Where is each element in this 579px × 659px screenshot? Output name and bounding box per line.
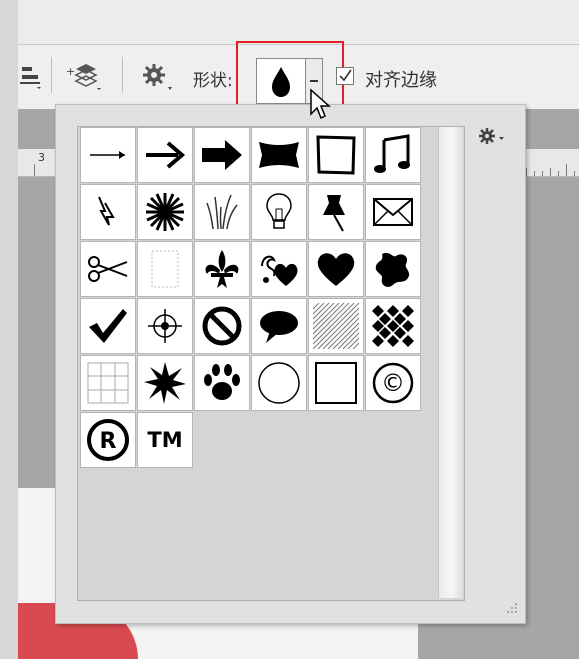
lightning-icon[interactable] <box>80 184 136 240</box>
copyright-icon[interactable]: © <box>365 355 421 411</box>
speech-bubble-icon[interactable] <box>251 298 307 354</box>
explosion-icon[interactable] <box>137 355 193 411</box>
picker-settings-gear-icon[interactable] <box>477 126 507 150</box>
arrange-layers-icon[interactable]: + <box>66 61 102 96</box>
gear-icon[interactable] <box>141 63 175 96</box>
trademark-glyph: TM <box>147 428 182 452</box>
dotted-frame-icon[interactable] <box>137 241 193 297</box>
trademark-icon[interactable]: TM <box>137 412 193 468</box>
checkmark-icon <box>339 69 352 82</box>
ruler-label: 3 <box>38 151 45 164</box>
checkmark-shape-icon[interactable] <box>80 298 136 354</box>
left-panel-strip <box>0 0 18 659</box>
ornament-heart-icon[interactable] <box>251 241 307 297</box>
starburst-icon[interactable] <box>137 184 193 240</box>
bold-arrow-icon[interactable] <box>137 127 193 183</box>
music-notes-icon[interactable] <box>365 127 421 183</box>
resize-grip-icon[interactable] <box>506 602 518 614</box>
checker-pattern-icon[interactable] <box>365 298 421 354</box>
envelope-icon[interactable] <box>365 184 421 240</box>
block-arrow-icon[interactable] <box>194 127 250 183</box>
svg-text:+: + <box>66 65 75 78</box>
registered-icon[interactable]: R <box>80 412 136 468</box>
fleur-de-lis-icon[interactable] <box>194 241 250 297</box>
thin-arrow-icon[interactable] <box>80 127 136 183</box>
paw-print-icon[interactable] <box>194 355 250 411</box>
toolbar-separator <box>122 57 123 93</box>
toolbar-separator <box>51 57 52 93</box>
align-edges-label: 对齐边缘 <box>365 70 437 91</box>
scissors-icon[interactable] <box>80 241 136 297</box>
crosshair-icon[interactable] <box>137 298 193 354</box>
no-sign-icon[interactable] <box>194 298 250 354</box>
grid-icon[interactable] <box>80 355 136 411</box>
diagonal-pattern-icon[interactable] <box>308 298 364 354</box>
menu-bar-area <box>18 0 579 45</box>
grass-icon[interactable] <box>194 184 250 240</box>
shape-grid-scrollbar[interactable] <box>438 127 463 598</box>
align-icon[interactable] <box>20 63 42 94</box>
align-edges-checkbox[interactable] <box>336 67 354 85</box>
frame-icon[interactable] <box>308 127 364 183</box>
square-frame-icon[interactable] <box>308 355 364 411</box>
circle-frame-icon[interactable] <box>251 355 307 411</box>
puzzle-blob-icon[interactable] <box>365 241 421 297</box>
lightbulb-icon[interactable] <box>251 184 307 240</box>
banner-rect-icon[interactable] <box>251 127 307 183</box>
copyright-glyph: © <box>381 369 405 397</box>
thumbtack-icon[interactable] <box>308 184 364 240</box>
heart-icon[interactable] <box>308 241 364 297</box>
mouse-cursor-icon <box>310 88 331 120</box>
shape-label: 形状: <box>193 71 233 91</box>
registered-glyph: R <box>100 429 117 454</box>
